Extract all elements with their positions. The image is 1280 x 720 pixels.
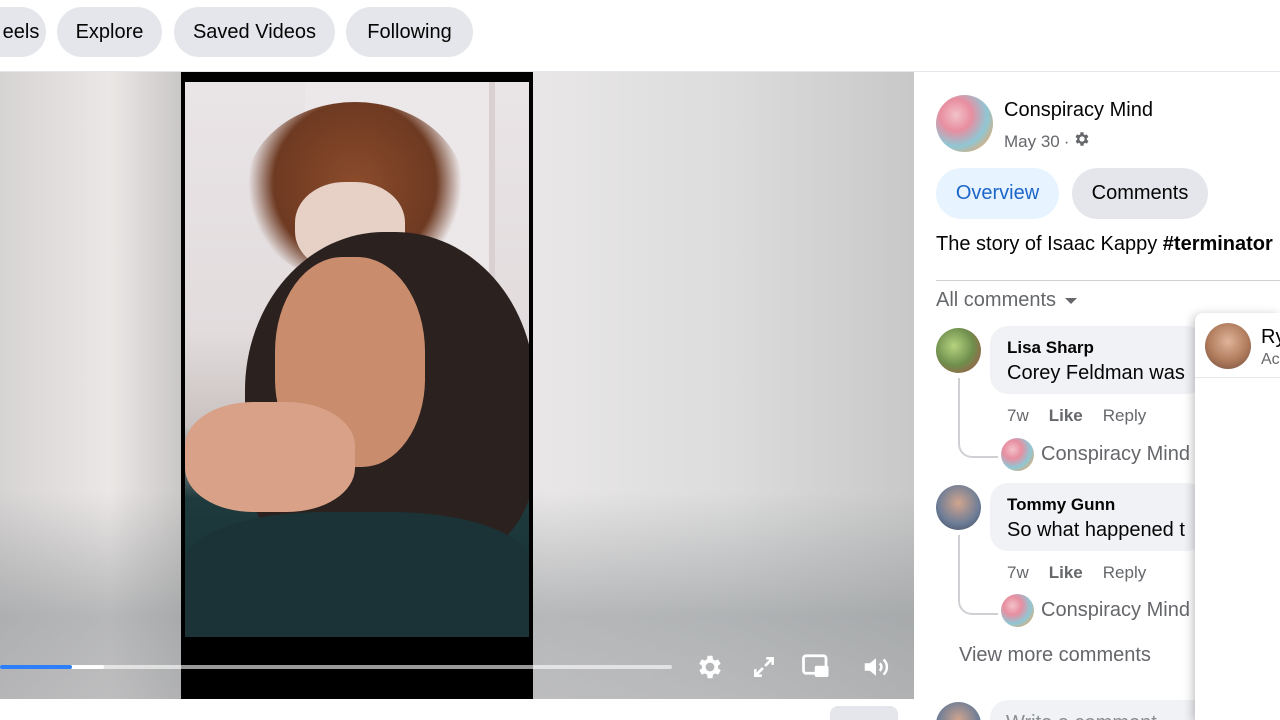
tab-explore[interactable]: Explore	[57, 7, 162, 57]
reply-author[interactable]: Conspiracy Mind	[1041, 443, 1190, 466]
hover-card-name[interactable]: Ry	[1261, 326, 1280, 349]
partial-button[interactable]	[830, 706, 898, 720]
like-button[interactable]: Like	[1049, 563, 1083, 583]
tab-saved-videos-label: Saved Videos	[192, 20, 317, 43]
video-image	[185, 82, 529, 637]
post-date[interactable]: May 30	[1004, 132, 1060, 152]
comment-text: Corey Feldman was	[1007, 362, 1185, 384]
current-user-avatar[interactable]	[936, 702, 981, 720]
person-shirt	[185, 512, 529, 637]
comment-bubble: Tommy Gunn So what happened t	[990, 483, 1205, 551]
tab-following-label: Following	[367, 20, 452, 43]
comment-actions: 7w Like Reply	[1007, 563, 1146, 583]
hover-card-subtitle: Ac	[1261, 351, 1280, 368]
progress-played	[0, 665, 72, 669]
meta-separator: ·	[1063, 131, 1070, 151]
tab-following[interactable]: Following	[346, 7, 473, 57]
hover-card-avatar[interactable]	[1205, 323, 1251, 369]
divider	[936, 280, 1280, 281]
commenter-name[interactable]: Tommy Gunn	[1007, 495, 1115, 515]
comment-input-placeholder: Write a comment...	[1006, 712, 1173, 720]
view-more-comments[interactable]: View more comments	[959, 644, 1151, 667]
settings-icon[interactable]	[692, 649, 728, 685]
volume-icon[interactable]	[858, 649, 894, 685]
thread-line	[958, 535, 998, 615]
comment-time[interactable]: 7w	[1007, 563, 1029, 583]
caption-text: The story of Isaac Kappy	[936, 233, 1163, 255]
commenter-avatar[interactable]	[936, 485, 981, 530]
comment-text: So what happened t	[1007, 519, 1185, 541]
tab-overview[interactable]: Overview	[936, 168, 1059, 219]
hashtag-link[interactable]: #terminator	[1163, 233, 1273, 255]
video-page: eels Explore Saved Videos Following Cons…	[0, 0, 1280, 720]
person-hand	[185, 402, 355, 512]
tab-reels-label: eels	[2, 20, 40, 43]
post-meta: May 30 ·	[1004, 130, 1091, 153]
post-caption: The story of Isaac Kappy #terminator	[936, 233, 1273, 256]
caret-down-icon	[1064, 289, 1078, 312]
tab-comments-label: Comments	[1091, 182, 1189, 204]
profile-hover-card[interactable]: Ry Ac	[1195, 313, 1280, 720]
gear-icon[interactable]	[1073, 130, 1091, 153]
picture-in-picture-icon[interactable]	[798, 649, 834, 685]
tab-comments[interactable]: Comments	[1072, 168, 1208, 219]
tab-overview-label: Overview	[955, 182, 1040, 204]
tab-saved-videos[interactable]: Saved Videos	[174, 7, 335, 57]
progress-bar[interactable]	[0, 665, 672, 669]
like-button[interactable]: Like	[1049, 406, 1083, 426]
commenter-avatar[interactable]	[936, 328, 981, 373]
comment-time[interactable]: 7w	[1007, 406, 1029, 426]
author-name[interactable]: Conspiracy Mind	[1004, 99, 1153, 122]
video-player[interactable]	[0, 72, 914, 699]
commenter-name[interactable]: Lisa Sharp	[1007, 338, 1094, 358]
reply-button[interactable]: Reply	[1103, 406, 1146, 426]
author-avatar[interactable]	[936, 95, 993, 152]
hover-card-separator	[1195, 377, 1280, 378]
reply-avatar[interactable]	[1001, 438, 1034, 471]
comment-bubble: Lisa Sharp Corey Feldman was	[990, 326, 1205, 394]
fullscreen-icon[interactable]	[746, 649, 782, 685]
comment-actions: 7w Like Reply	[1007, 406, 1146, 426]
top-navigation: eels Explore Saved Videos Following	[0, 0, 1280, 72]
comment-filter[interactable]: All comments	[936, 289, 1078, 312]
comment-filter-label: All comments	[936, 289, 1057, 311]
thread-line	[958, 378, 998, 458]
reply-author[interactable]: Conspiracy Mind	[1041, 599, 1190, 622]
video-frame[interactable]	[181, 72, 533, 699]
reply-avatar[interactable]	[1001, 594, 1034, 627]
tab-reels[interactable]: eels	[0, 7, 46, 57]
reply-button[interactable]: Reply	[1103, 563, 1146, 583]
tab-explore-label: Explore	[75, 20, 144, 43]
